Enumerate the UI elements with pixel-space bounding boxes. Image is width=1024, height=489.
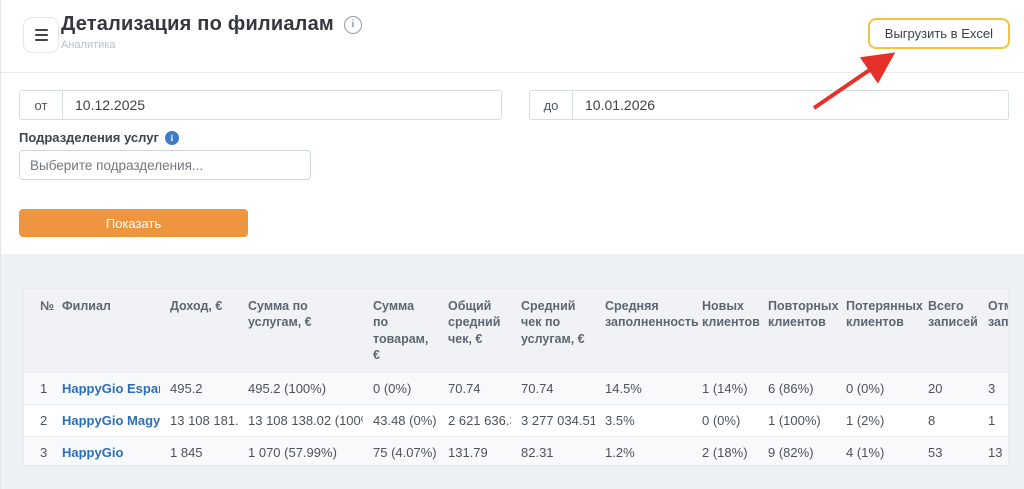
date-to-label: до (530, 91, 573, 119)
table-cell: 1 070 (57.99%) (238, 437, 363, 467)
table-cell: 1 (978, 405, 1009, 437)
table-cell: 1 (14%) (692, 373, 758, 405)
column-header: № (24, 289, 52, 373)
branch-link[interactable]: HappyGio España (62, 381, 160, 396)
date-to-group: до (529, 90, 1009, 120)
table-row: 2 HappyGio Magyar13 108 181.513 108 138.0… (24, 405, 1009, 437)
page-title: Детализация по филиалам (61, 13, 334, 36)
table-cell: 13 108 181.5 (160, 405, 238, 437)
table-row: 1HappyGio España495.2495.2 (100%)0 (0%)7… (24, 373, 1009, 405)
departments-info-icon[interactable]: i (165, 131, 179, 145)
table-cell: 75 (4.07%) (363, 437, 438, 467)
column-header: Доход, € (160, 289, 238, 373)
column-header: Новых клиентов (692, 289, 758, 373)
table-cell: 14.5% (595, 373, 692, 405)
table-cell: 495.2 (100%) (238, 373, 363, 405)
branch-link[interactable]: HappyGio Magyar (62, 413, 160, 428)
table-cell: 3 (978, 373, 1009, 405)
table-cell: 0 (0%) (363, 373, 438, 405)
table-cell: 1 (100%) (758, 405, 836, 437)
table-cell: 6 (86%) (758, 373, 836, 405)
table-cell: 2 (18%) (692, 437, 758, 467)
table-cell: 20 (918, 373, 978, 405)
table-cell: 2 (24, 405, 52, 437)
table-cell: 43.48 (0%) (363, 405, 438, 437)
table-body: 1HappyGio España495.2495.2 (100%)0 (0%)7… (24, 373, 1009, 467)
export-excel-button[interactable]: Выгрузить в Excel (868, 18, 1010, 49)
column-header: Сумма по товарам, € (363, 289, 438, 373)
hamburger-menu-button[interactable] (23, 17, 59, 53)
table-row: 3HappyGio1 8451 070 (57.99%)75 (4.07%)13… (24, 437, 1009, 467)
page-header: Детализация по филиалам i Аналитика Выгр… (1, 0, 1024, 73)
table-cell: 3 (24, 437, 52, 467)
column-header: Всего записей (918, 289, 978, 373)
table-cell: 8 (918, 405, 978, 437)
table-cell: 0 (0%) (692, 405, 758, 437)
branches-table-card: №ФилиалДоход, €Сумма по услугам, €Сумма … (23, 288, 1009, 466)
column-header: Сумма по услугам, € (238, 289, 363, 373)
table-cell: 3 277 034.51 (511, 405, 595, 437)
table-cell: 131.79 (438, 437, 511, 467)
table-cell: 82.31 (511, 437, 595, 467)
table-cell: 3.5% (595, 405, 692, 437)
table-cell: 2 621 636.3 (438, 405, 511, 437)
breadcrumb: Аналитика (61, 39, 362, 51)
column-header: Средняя заполненность (595, 289, 692, 373)
table-cell: 495.2 (160, 373, 238, 405)
column-header: Повторных клиентов (758, 289, 836, 373)
analytics-page: Детализация по филиалам i Аналитика Выгр… (0, 0, 1024, 489)
departments-select[interactable] (19, 150, 311, 180)
table-cell: 53 (918, 437, 978, 467)
table-cell: 1 (2%) (836, 405, 918, 437)
date-to-input[interactable] (573, 91, 1008, 119)
branches-table: №ФилиалДоход, €Сумма по услугам, €Сумма … (24, 289, 1009, 466)
branch-link[interactable]: HappyGio (62, 445, 123, 460)
show-button[interactable]: Показать (19, 209, 248, 237)
table-cell: 1 (24, 373, 52, 405)
table-cell: 1.2% (595, 437, 692, 467)
date-from-input[interactable] (63, 91, 501, 119)
table-header-row: №ФилиалДоход, €Сумма по услугам, €Сумма … (24, 289, 1009, 373)
table-cell: 70.74 (438, 373, 511, 405)
table-cell: 9 (82%) (758, 437, 836, 467)
info-icon[interactable]: i (344, 16, 362, 34)
branch-cell: HappyGio España (52, 373, 160, 405)
table-cell: 1 845 (160, 437, 238, 467)
column-header: Общий средний чек, € (438, 289, 511, 373)
hamburger-icon (35, 29, 48, 31)
column-header: Отменённых записей (978, 289, 1009, 373)
filters-panel: от до Подразделения услуг i Показать (1, 73, 1024, 254)
date-from-label: от (20, 91, 63, 119)
table-cell: 0 (0%) (836, 373, 918, 405)
table-cell: 70.74 (511, 373, 595, 405)
column-header: Средний чек по услугам, € (511, 289, 595, 373)
column-header: Филиал (52, 289, 160, 373)
title-block: Детализация по филиалам i Аналитика (61, 13, 362, 51)
column-header: Потерянных клиентов (836, 289, 918, 373)
departments-label: Подразделения услуг i (19, 130, 179, 145)
branch-cell: HappyGio (52, 437, 160, 467)
table-cell: 4 (1%) (836, 437, 918, 467)
branch-cell: HappyGio Magyar (52, 405, 160, 437)
table-cell: 13 (978, 437, 1009, 467)
table-cell: 13 108 138.02 (100%) (238, 405, 363, 437)
date-from-group: от (19, 90, 502, 120)
